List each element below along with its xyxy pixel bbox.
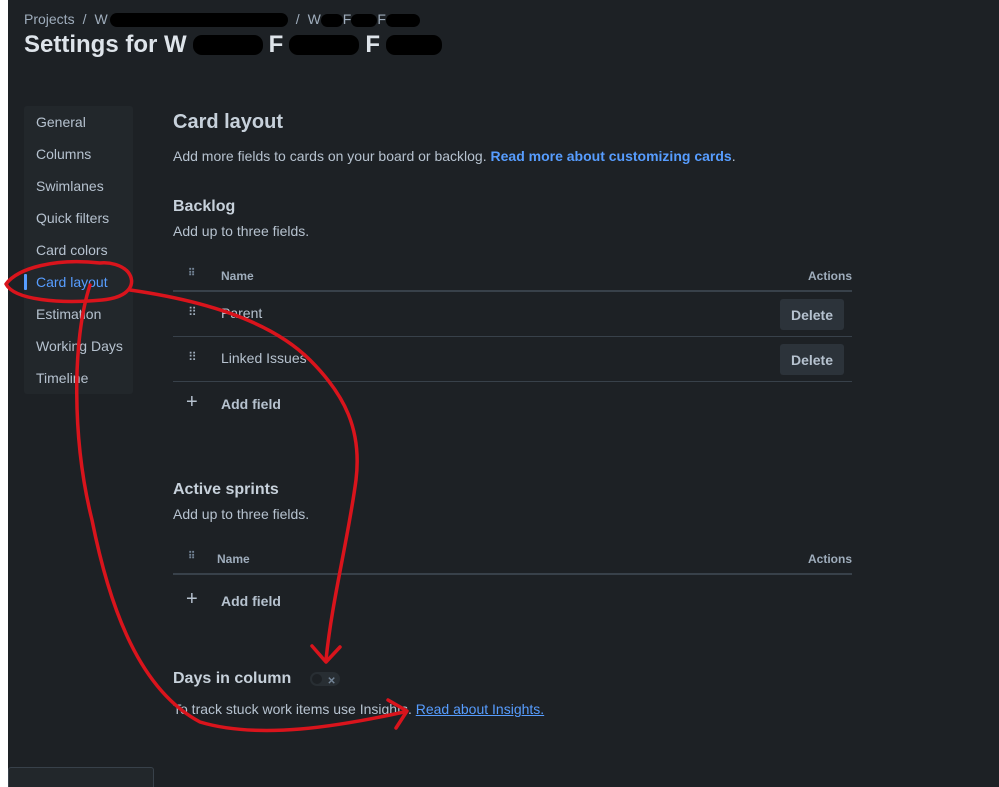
table-row: ⠿ Linked Issues Delete — [173, 337, 852, 382]
breadcrumb-separator: / — [295, 11, 300, 28]
insights-text: To track stuck work items use Insights. … — [173, 699, 852, 719]
sidebar-item-label: Swimlanes — [36, 178, 104, 194]
breadcrumb-board-text-mid: F — [342, 11, 352, 28]
active-sprints-subtitle: Add up to three fields. — [173, 506, 310, 522]
breadcrumb-project-text: W — [94, 11, 108, 27]
redaction-mark — [192, 35, 263, 55]
page-title-text-end: F — [365, 31, 380, 58]
days-in-column-title: Days in column ✕ — [173, 668, 852, 690]
breadcrumb-board-text: W — [307, 11, 321, 28]
column-header-actions: Actions — [807, 552, 852, 566]
redaction-mark — [109, 13, 288, 28]
sidebar-item-label: Card layout — [36, 274, 108, 290]
days-in-column-label: Days in column — [173, 670, 292, 687]
section-heading: Card layout — [173, 111, 284, 133]
sidebar-item-label: Columns — [36, 146, 92, 162]
days-in-column-section: Days in column ✕ To track stuck work ite… — [173, 668, 852, 719]
description-end: . — [731, 148, 736, 164]
insights-description: To track stuck work items use Insights. — [173, 701, 416, 717]
delete-button[interactable]: Delete — [780, 299, 844, 330]
active-sprints-table: ⠿ Name Actions + Add field — [173, 545, 852, 623]
bottom-panel-tab[interactable] — [8, 767, 154, 787]
breadcrumb-board-text-end: F — [377, 11, 386, 28]
plus-icon: + — [186, 391, 198, 413]
add-field-label: Add field — [221, 593, 281, 609]
redaction-mark — [320, 13, 343, 27]
drag-handle-icon: ⠿ — [188, 551, 196, 562]
settings-sidebar: General Columns Swimlanes Quick filters … — [24, 106, 133, 394]
table-row: ⠿ Parent Delete — [173, 292, 852, 337]
sidebar-item-general[interactable]: General — [24, 106, 133, 138]
description-text: Add more fields to cards on your board o… — [173, 148, 491, 164]
backlog-table: ⠿ Name Actions ⠿ Parent Delete ⠿ Linked … — [173, 262, 852, 426]
breadcrumb-project[interactable]: W — [94, 11, 288, 28]
breadcrumb-separator: / — [82, 11, 87, 28]
days-in-column-toggle[interactable]: ✕ — [309, 671, 340, 687]
sidebar-item-label: Timeline — [36, 370, 89, 386]
redaction-mark — [385, 13, 420, 27]
active-sprints-section: Active sprints Add up to three fields. ⠿… — [173, 479, 852, 623]
close-icon: ✕ — [327, 675, 336, 687]
backlog-section: Backlog Add up to three fields. ⠿ Name A… — [173, 196, 852, 426]
field-name: Parent — [221, 305, 263, 321]
breadcrumb: Projects / W / W F F — [24, 11, 420, 28]
sidebar-item-label: General — [36, 114, 86, 130]
insights-link[interactable]: Read about Insights. — [416, 701, 544, 717]
toggle-knob — [311, 673, 322, 684]
column-header-actions: Actions — [807, 269, 852, 283]
redaction-mark — [386, 35, 442, 55]
column-header-name: Name — [221, 269, 254, 283]
drag-handle-icon[interactable]: ⠿ — [188, 305, 197, 319]
table-header: ⠿ Name Actions — [173, 262, 852, 292]
sidebar-item-estimation[interactable]: Estimation — [24, 298, 133, 330]
field-name: Linked Issues — [221, 350, 307, 366]
breadcrumb-board[interactable]: WFF — [308, 11, 420, 27]
add-field-button[interactable]: + Add field — [173, 382, 852, 426]
redaction-mark — [351, 13, 378, 27]
page-title-text-mid: F — [268, 31, 284, 58]
active-sprints-title: Active sprints — [173, 481, 279, 498]
column-header-name: Name — [217, 552, 250, 566]
plus-icon: + — [186, 588, 198, 610]
sidebar-item-label: Card colors — [36, 242, 108, 258]
page-title: Settings for W F F — [24, 31, 442, 59]
drag-handle-icon: ⠿ — [188, 268, 196, 279]
section-description: Add more fields to cards on your board o… — [173, 146, 852, 166]
app-window: Projects / W / WFF Settings for WFF Gene… — [8, 0, 999, 787]
sidebar-item-quick-filters[interactable]: Quick filters — [24, 202, 133, 234]
add-field-button[interactable]: + Add field — [173, 579, 852, 623]
main-content: Card layout Add more fields to cards on … — [173, 108, 852, 719]
sidebar-item-label: Working Days — [36, 338, 123, 354]
backlog-title: Backlog — [173, 198, 236, 215]
backlog-subtitle: Add up to three fields. — [173, 223, 310, 239]
sidebar-item-card-layout[interactable]: Card layout — [24, 266, 133, 298]
sidebar-item-columns[interactable]: Columns — [24, 138, 133, 170]
add-field-label: Add field — [221, 396, 281, 412]
sidebar-item-label: Estimation — [36, 306, 102, 322]
table-header: ⠿ Name Actions — [173, 545, 852, 575]
sidebar-item-swimlanes[interactable]: Swimlanes — [24, 170, 133, 202]
sidebar-item-timeline[interactable]: Timeline — [24, 362, 133, 394]
customizing-cards-link[interactable]: Read more about customizing cards — [491, 148, 732, 164]
breadcrumb-projects[interactable]: Projects — [24, 11, 75, 27]
redaction-mark — [289, 35, 360, 55]
sidebar-item-label: Quick filters — [36, 210, 110, 226]
delete-button[interactable]: Delete — [780, 344, 844, 375]
page-title-text: Settings for W — [24, 31, 187, 58]
sidebar-item-working-days[interactable]: Working Days — [24, 330, 133, 362]
drag-handle-icon[interactable]: ⠿ — [188, 350, 197, 364]
sidebar-item-card-colors[interactable]: Card colors — [24, 234, 133, 266]
